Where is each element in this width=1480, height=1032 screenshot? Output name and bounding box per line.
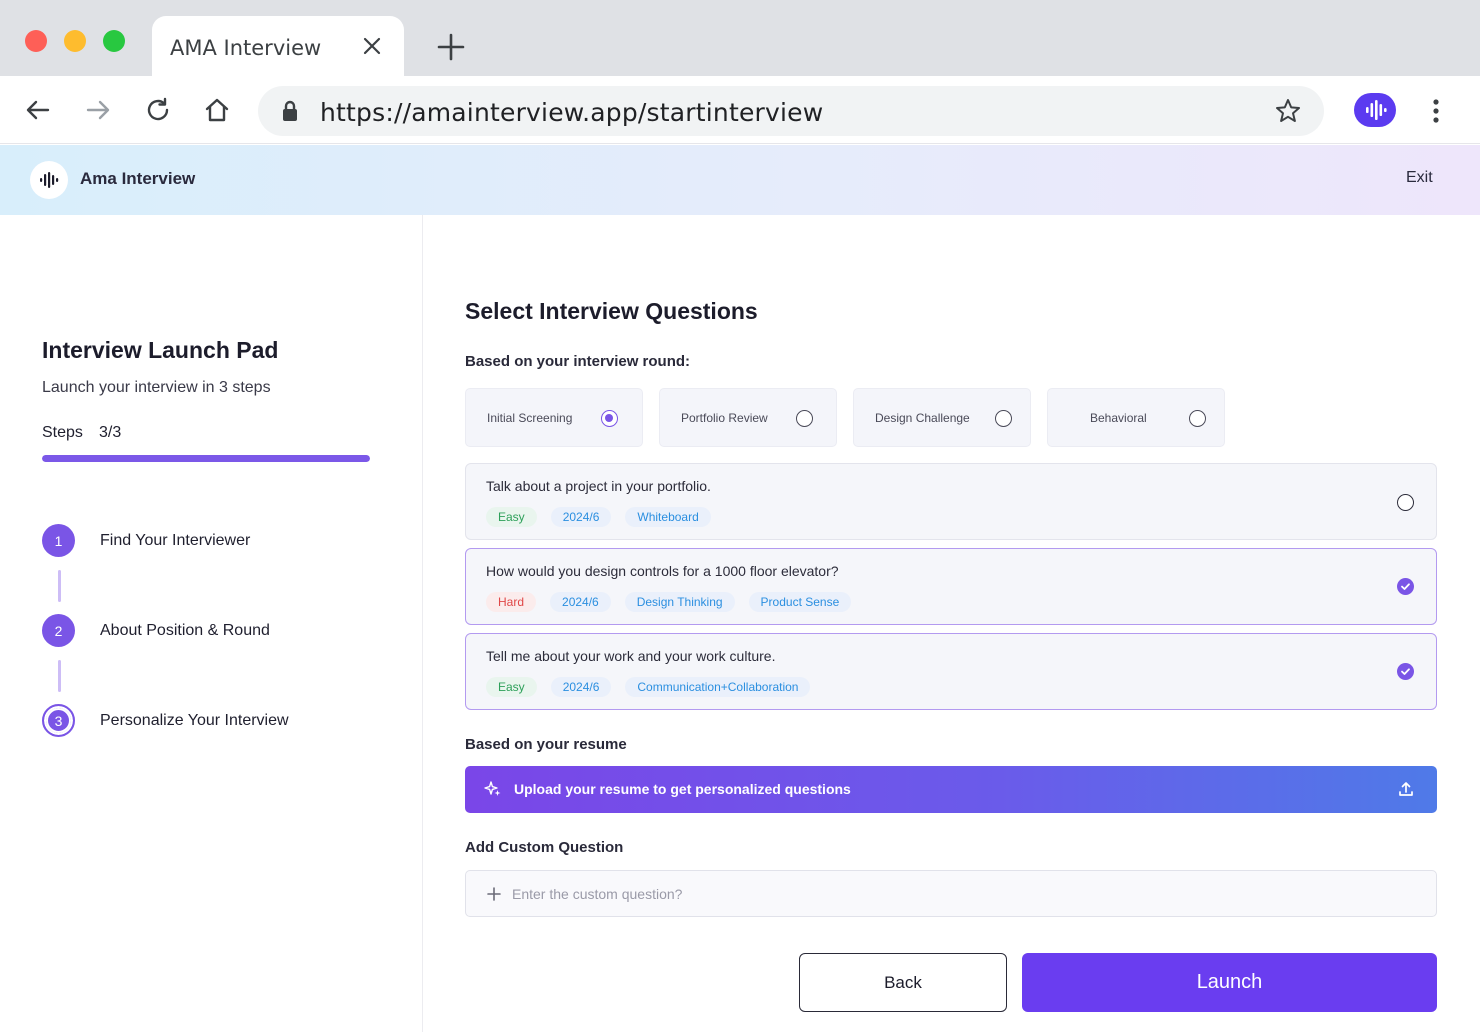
tag-badge: 2024/6	[550, 507, 612, 527]
step-3-circle[interactable]: 3	[42, 704, 75, 737]
question-text: Tell me about your work and your work cu…	[486, 648, 776, 664]
question-card-work-culture[interactable]: Tell me about your work and your work cu…	[465, 633, 1437, 710]
brand-name: Ama Interview	[80, 169, 196, 188]
round-option-initial-screening[interactable]: Initial Screening	[465, 388, 643, 447]
address-bar[interactable]: https://amainterview.app/startinterview	[258, 86, 1324, 136]
tag-badge: 2024/6	[550, 592, 611, 612]
question-text: How would you design controls for a 1000…	[486, 563, 839, 579]
tag-badge: Product Sense	[748, 592, 852, 612]
round-option-behavioral[interactable]: Behavioral	[1047, 388, 1225, 447]
custom-question-field[interactable]	[465, 870, 1437, 917]
launch-pad-sidebar: Interview Launch Pad Launch your intervi…	[0, 215, 423, 1032]
back-arrow-icon[interactable]	[24, 96, 52, 124]
lock-icon	[283, 100, 297, 121]
window-minimize-dot[interactable]	[64, 30, 86, 52]
brand-logo-icon	[30, 161, 68, 199]
step-connector	[58, 570, 61, 602]
exit-link[interactable]: Exit	[1406, 169, 1433, 187]
radio-unselected-icon[interactable]	[995, 410, 1012, 427]
steps-label: Steps	[42, 424, 83, 441]
launch-button[interactable]: Launch	[1022, 953, 1437, 1012]
step-1-label[interactable]: Find Your Interviewer	[100, 532, 250, 550]
step-connector	[58, 660, 61, 692]
question-card-elevator[interactable]: How would you design controls for a 1000…	[465, 548, 1437, 625]
upload-resume-label: Upload your resume to get personalized q…	[514, 781, 851, 797]
radio-unselected-icon[interactable]	[1189, 410, 1206, 427]
upload-icon[interactable]	[1397, 780, 1415, 798]
kebab-menu-icon[interactable]	[1426, 96, 1446, 126]
window-close-dot[interactable]	[25, 30, 47, 52]
back-button[interactable]: Back	[799, 953, 1007, 1012]
home-icon[interactable]	[203, 96, 231, 124]
launch-pad-subtitle: Launch your interview in 3 steps	[42, 379, 271, 396]
extension-voice-icon[interactable]	[1354, 93, 1396, 127]
tab-title: AMA Interview	[170, 36, 322, 60]
forward-arrow-icon[interactable]	[84, 96, 112, 124]
steps-progress-bar	[42, 455, 370, 462]
round-option-portfolio-review[interactable]: Portfolio Review	[659, 388, 837, 447]
round-section-label: Based on your interview round:	[465, 353, 691, 370]
app-header: Ama Interview Exit	[0, 145, 1480, 215]
resume-section-label: Based on your resume	[465, 736, 627, 753]
browser-toolbar: https://amainterview.app/startinterview	[0, 76, 1480, 144]
url-text[interactable]: https://amainterview.app/startinterview	[320, 98, 823, 127]
step-2-label[interactable]: About Position & Round	[100, 622, 270, 640]
difficulty-badge: Easy	[486, 507, 537, 527]
step-3-number: 3	[46, 708, 71, 733]
question-tags: Hard 2024/6 Design Thinking Product Sens…	[486, 592, 852, 612]
checkbox-checked-icon[interactable]	[1397, 663, 1414, 680]
upload-resume-button[interactable]: Upload your resume to get personalized q…	[465, 766, 1437, 813]
step-2-circle[interactable]: 2	[42, 614, 75, 647]
reload-icon[interactable]	[144, 96, 172, 124]
tag-badge: 2024/6	[550, 677, 612, 697]
step-1-circle[interactable]: 1	[42, 524, 75, 557]
bookmark-star-icon[interactable]	[1274, 97, 1302, 125]
checkbox-unchecked-icon[interactable]	[1397, 494, 1414, 511]
browser-tab-bar: AMA Interview	[0, 0, 1480, 76]
custom-question-label: Add Custom Question	[465, 839, 624, 856]
tag-badge: Design Thinking	[624, 592, 735, 612]
radio-unselected-icon[interactable]	[796, 410, 813, 427]
steps-progress-fill	[42, 455, 370, 462]
checkbox-checked-icon[interactable]	[1397, 578, 1414, 595]
round-option-label: Behavioral	[1090, 411, 1147, 425]
browser-tab[interactable]: AMA Interview	[152, 16, 404, 76]
custom-question-input[interactable]	[512, 879, 1412, 909]
tag-badge: Communication+Collaboration	[625, 677, 811, 697]
window-maximize-dot[interactable]	[103, 30, 125, 52]
steps-count: 3/3	[99, 424, 122, 441]
round-option-design-challenge[interactable]: Design Challenge	[853, 388, 1031, 447]
step-3-label[interactable]: Personalize Your Interview	[100, 712, 289, 730]
sparkle-icon	[484, 781, 501, 796]
question-card-portfolio[interactable]: Talk about a project in your portfolio. …	[465, 463, 1437, 540]
close-icon[interactable]	[360, 34, 384, 58]
tag-badge: Whiteboard	[625, 507, 711, 527]
question-tags: Easy 2024/6 Whiteboard	[486, 507, 711, 527]
round-option-label: Initial Screening	[487, 411, 573, 425]
radio-selected-icon[interactable]	[601, 410, 618, 427]
launch-pad-title: Interview Launch Pad	[42, 337, 279, 363]
difficulty-badge: Hard	[486, 592, 537, 612]
difficulty-badge: Easy	[486, 677, 537, 697]
page-title: Select Interview Questions	[465, 298, 758, 324]
round-option-label: Portfolio Review	[681, 411, 768, 425]
new-tab-plus-icon[interactable]	[436, 32, 466, 62]
question-tags: Easy 2024/6 Communication+Collaboration	[486, 677, 811, 697]
round-option-label: Design Challenge	[875, 411, 970, 425]
plus-icon	[487, 887, 501, 901]
question-text: Talk about a project in your portfolio.	[486, 478, 711, 494]
